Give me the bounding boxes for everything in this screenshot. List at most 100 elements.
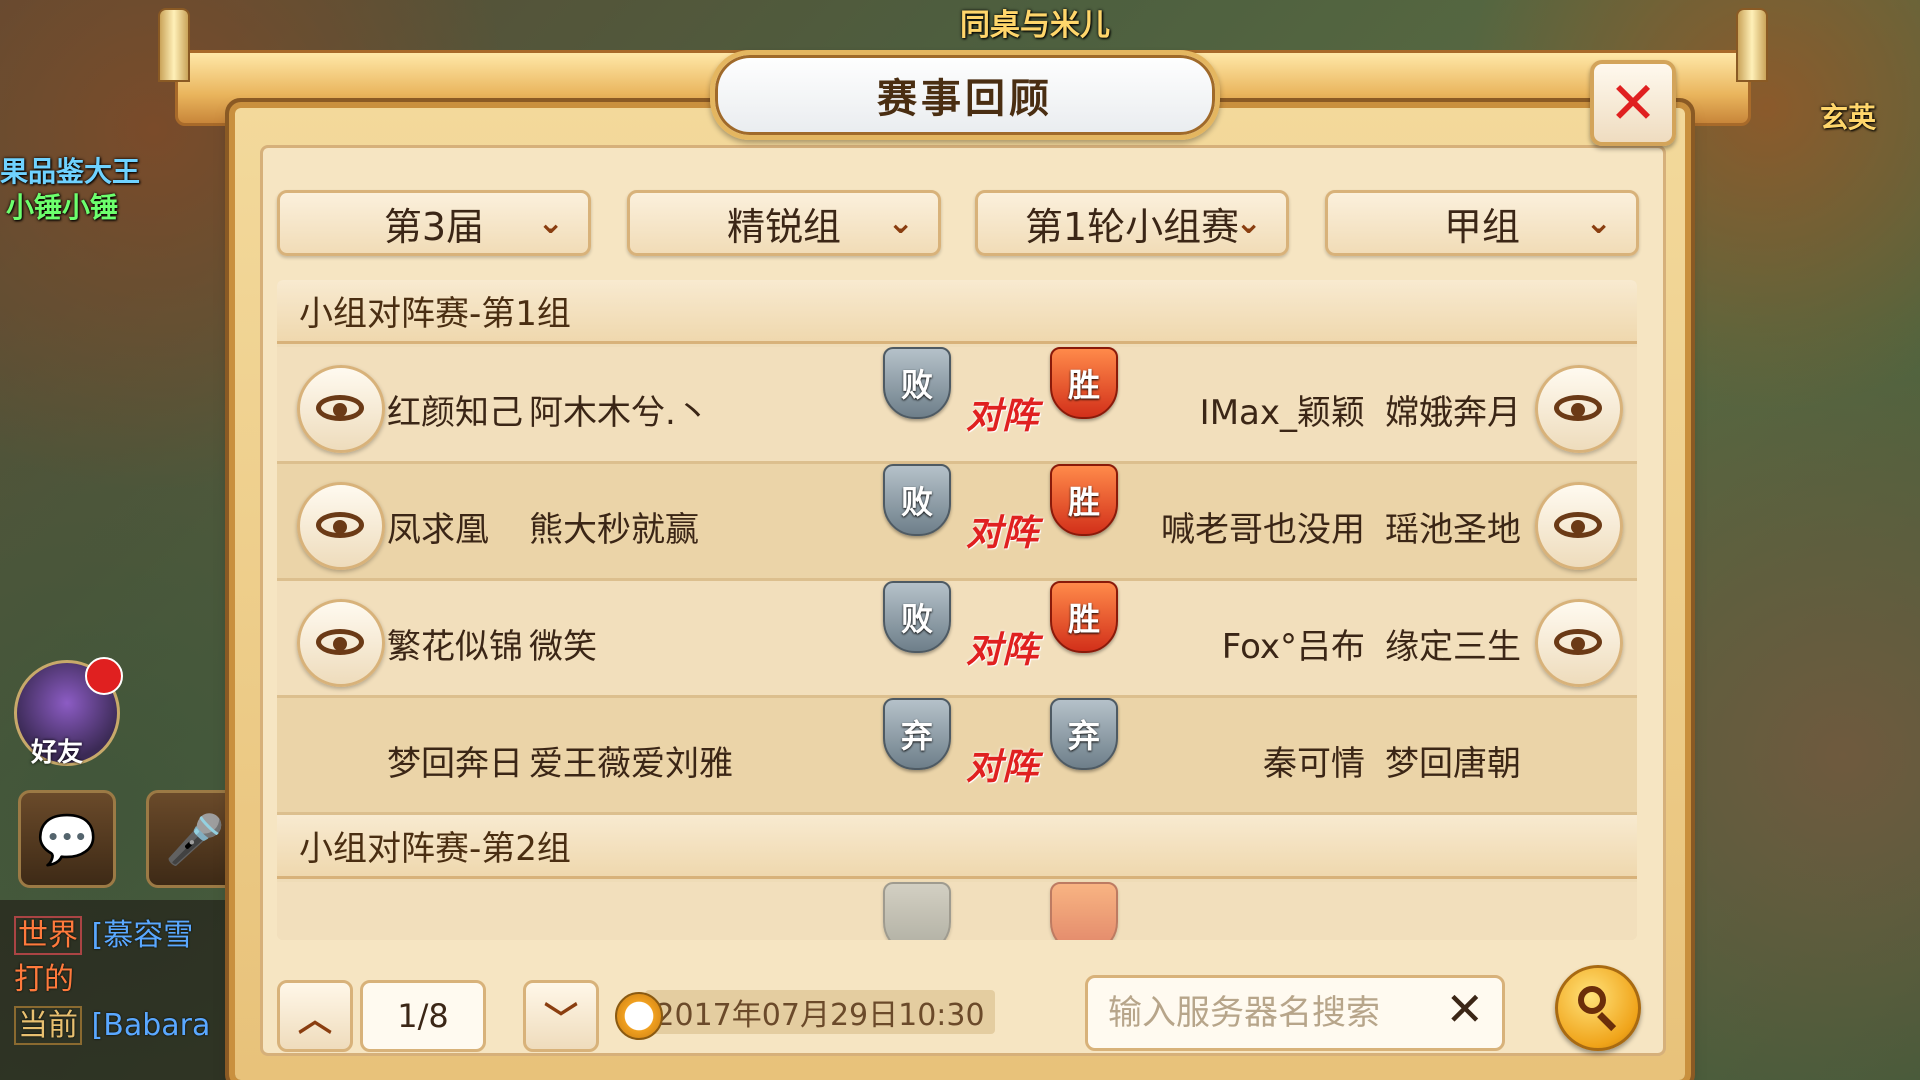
close-button[interactable]: ✕ bbox=[1590, 60, 1676, 146]
lose-badge: 败 bbox=[883, 464, 951, 536]
bottom-bar: ︿ 1/8 ﹀ 2017年07月29日10:30 ✕ bbox=[235, 960, 1685, 1060]
versus-label: 对阵 bbox=[965, 513, 1038, 554]
forfeit-badge: 弃 bbox=[883, 698, 951, 770]
chat-bubble-icon: 💬 bbox=[37, 811, 97, 868]
match-row bbox=[277, 882, 1637, 940]
right-server: 瑶池圣地 bbox=[1385, 510, 1521, 550]
server-search-input[interactable] bbox=[1106, 988, 1410, 1038]
lose-badge: 败 bbox=[883, 581, 951, 653]
replay-button-left[interactable] bbox=[297, 482, 385, 570]
dialog-title: 赛事回顾 bbox=[877, 76, 1053, 122]
eye-icon bbox=[1554, 395, 1602, 421]
replay-button-left[interactable] bbox=[297, 365, 385, 453]
chat-channel-tag: 世界 bbox=[14, 916, 82, 955]
match-row: 凤求凰 熊大秒就赢 败 对阵 胜 喊老哥也没用 瑶池圣地 bbox=[277, 464, 1637, 581]
replay-button-right[interactable] bbox=[1535, 365, 1623, 453]
group-header: 小组对阵赛-第2组 bbox=[277, 815, 1637, 879]
chat-text: [Babara bbox=[91, 1008, 211, 1043]
magnifier-icon bbox=[1578, 986, 1606, 1014]
decor-pillar bbox=[158, 8, 190, 82]
replay-button-left[interactable] bbox=[297, 599, 385, 687]
forfeit-badge: 弃 bbox=[1050, 698, 1118, 770]
clock-icon bbox=[615, 992, 663, 1040]
season-dropdown[interactable]: 第3届 ⌄ bbox=[277, 190, 591, 256]
right-player: Fox°吕布 bbox=[1221, 627, 1365, 667]
server-search-field: ✕ bbox=[1085, 975, 1505, 1051]
npc-name-right: 玄英 bbox=[1820, 101, 1877, 134]
guild-title: 果品鉴大王 bbox=[0, 155, 141, 188]
page-up-button[interactable]: ︿ bbox=[277, 980, 353, 1052]
decor-pillar bbox=[1736, 8, 1768, 82]
eye-icon bbox=[316, 512, 364, 538]
npc-name: 同桌与米儿 bbox=[960, 8, 1110, 43]
right-server: 梦回唐朝 bbox=[1385, 744, 1521, 784]
chat-button[interactable]: 💬 bbox=[18, 790, 116, 888]
page-indicator: 1/8 bbox=[360, 980, 486, 1052]
left-server: 红颜知己 bbox=[387, 393, 523, 433]
chat-line: 打的 bbox=[14, 954, 74, 998]
left-server: 梦回奔日 bbox=[387, 744, 523, 784]
chat-line: 世界 [慕容雪 bbox=[14, 910, 194, 955]
clear-search-icon[interactable]: ✕ bbox=[1445, 986, 1484, 1032]
versus-label: 对阵 bbox=[965, 396, 1038, 437]
replay-button-right[interactable] bbox=[1535, 599, 1623, 687]
lose-badge: 败 bbox=[883, 347, 951, 419]
chat-channel-tag: 当前 bbox=[14, 1006, 82, 1045]
left-player: 爱王薇爱刘雅 bbox=[529, 744, 733, 784]
right-server: 缘定三生 bbox=[1385, 627, 1521, 667]
left-player: 微笑 bbox=[529, 627, 597, 667]
group-dropdown[interactable]: 甲组 ⌄ bbox=[1325, 190, 1639, 256]
division-dropdown[interactable]: 精锐组 ⌄ bbox=[627, 190, 941, 256]
right-player: 秦可情 bbox=[1263, 744, 1365, 784]
microphone-icon: 🎤 bbox=[165, 811, 225, 868]
match-list[interactable]: 小组对阵赛-第1组 红颜知己 阿木木兮.丶 败 对阵 胜 IMax_颖颖 嫦娥奔… bbox=[277, 280, 1637, 940]
division-dropdown-label: 精锐组 bbox=[726, 204, 841, 249]
chevron-down-icon: ⌄ bbox=[537, 203, 564, 241]
voice-button[interactable]: 🎤 bbox=[146, 790, 244, 888]
match-row: 红颜知己 阿木木兮.丶 败 对阵 胜 IMax_颖颖 嫦娥奔月 bbox=[277, 347, 1637, 464]
match-row: 梦回奔日 爱王薇爱刘雅 弃 对阵 弃 秦可情 梦回唐朝 bbox=[277, 698, 1637, 815]
friends-label: 好友 bbox=[31, 738, 84, 768]
right-player: 喊老哥也没用 bbox=[1161, 510, 1365, 550]
notification-dot bbox=[85, 657, 123, 695]
round-dropdown-label: 第1轮小组赛 bbox=[1024, 204, 1240, 249]
season-dropdown-label: 第3届 bbox=[383, 204, 485, 249]
left-player: 熊大秒就赢 bbox=[529, 510, 699, 550]
chevron-down-icon: ⌄ bbox=[1235, 203, 1262, 241]
chevron-up-icon: ︿ bbox=[298, 999, 332, 1040]
magnifier-handle bbox=[1597, 1012, 1617, 1032]
player-name: 小锤小锤 bbox=[6, 191, 119, 224]
group-dropdown-label: 甲组 bbox=[1443, 204, 1520, 249]
chevron-down-icon: ⌄ bbox=[887, 203, 914, 241]
match-row: 繁花似锦 微笑 败 对阵 胜 Fox°吕布 缘定三生 bbox=[277, 581, 1637, 698]
chat-text: [慕容雪 bbox=[91, 918, 194, 953]
search-button[interactable] bbox=[1555, 965, 1641, 1051]
chevron-down-icon: ⌄ bbox=[1585, 203, 1612, 241]
right-server: 嫦娥奔月 bbox=[1385, 393, 1521, 433]
eye-icon bbox=[1554, 629, 1602, 655]
group-header: 小组对阵赛-第1组 bbox=[277, 280, 1637, 344]
replay-button-right[interactable] bbox=[1535, 482, 1623, 570]
chat-text: 打的 bbox=[14, 962, 74, 997]
title-plate: 赛事回顾 bbox=[710, 50, 1220, 140]
chat-panel[interactable]: 世界 [慕容雪 打的 当前 [Babara bbox=[0, 900, 240, 1080]
eye-icon bbox=[1554, 512, 1602, 538]
left-player: 阿木木兮.丶 bbox=[529, 393, 710, 433]
versus-label: 对阵 bbox=[965, 747, 1038, 788]
game-screen: 果品鉴大王 小锤小锤 同桌与米儿 玄英 好友 💬 🎤 世界 [慕容雪 打的 当前… bbox=[0, 0, 1920, 1080]
chevron-down-icon: ﹀ bbox=[544, 999, 578, 1040]
lose-badge bbox=[883, 882, 951, 940]
match-review-dialog: 赛事回顾 ✕ 第3届 ⌄ 精锐组 ⌄ 第1轮小组赛 ⌄ 甲组 ⌄ 小组对阵赛-第… bbox=[158, 8, 1768, 1080]
friends-button[interactable]: 好友 bbox=[14, 657, 123, 768]
versus-label: 对阵 bbox=[965, 630, 1038, 671]
right-player: IMax_颖颖 bbox=[1199, 393, 1365, 433]
win-badge: 胜 bbox=[1050, 581, 1118, 653]
round-dropdown[interactable]: 第1轮小组赛 ⌄ bbox=[975, 190, 1289, 256]
eye-icon bbox=[316, 629, 364, 655]
eye-icon bbox=[316, 395, 364, 421]
chat-line: 当前 [Babara bbox=[14, 1000, 211, 1045]
page-down-button[interactable]: ﹀ bbox=[523, 980, 599, 1052]
win-badge bbox=[1050, 882, 1118, 940]
win-badge: 胜 bbox=[1050, 464, 1118, 536]
close-icon: ✕ bbox=[1608, 69, 1658, 137]
